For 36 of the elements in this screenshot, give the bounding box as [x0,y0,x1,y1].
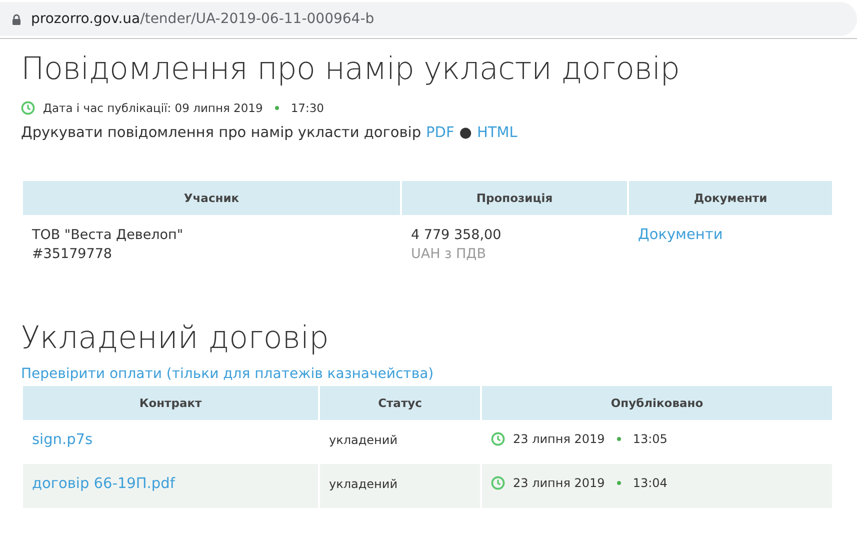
column-header: Документи [629,181,832,215]
clock-icon [491,476,505,490]
participant-name: ТОВ "Веста Девелоп" [32,227,184,243]
publication-time: 17:30 [290,101,324,115]
clock-icon [21,101,35,115]
file-link[interactable]: sign.p7s [32,432,93,448]
column-header: Пропозиція [402,181,627,215]
separator-dot [274,106,279,110]
page-title: Повідомлення про намір укласти договір [21,51,681,87]
column-header: Статус [320,386,480,420]
column-header: Опубліковано [482,386,832,420]
file-link[interactable]: договір 66-19П.pdf [32,476,175,492]
url-text[interactable]: prozorro.gov.ua/tender/UA-2019-06-11-000964-b [31,11,374,27]
documents-link[interactable]: Документи [638,227,723,243]
section-heading: Укладений договір [21,320,330,356]
payments-link[interactable]: Перевірити оплати (тільки для платежів казначейства) [21,366,434,382]
publication-date: Дата і час публікації: 09 липня 2019 [43,101,263,115]
bid-amount: 4 779 358,00 [411,227,502,243]
column-header: Учасник [23,181,400,215]
separator-text: ● [459,125,472,141]
html-link[interactable]: HTML [476,125,518,141]
published-date: 23 липня 2019 [513,432,605,446]
published-time: 13:04 [632,476,668,490]
contract-status: укладений [329,477,398,491]
published-time: 13:05 [632,432,668,446]
pdf-link[interactable]: PDF [426,125,454,141]
bid-currency: UAH з ПДВ [411,246,487,262]
contract-status: укладений [329,433,398,447]
print-label: Друкувати повідомлення про намір укласти договір [21,125,422,141]
lock-icon [12,14,21,24]
separator-dot [616,481,621,485]
column-header: Контракт [23,386,318,420]
clock-icon [491,432,505,446]
participant-code: #35179778 [32,246,114,262]
published-date: 23 липня 2019 [513,476,605,490]
separator-dot [616,437,621,441]
